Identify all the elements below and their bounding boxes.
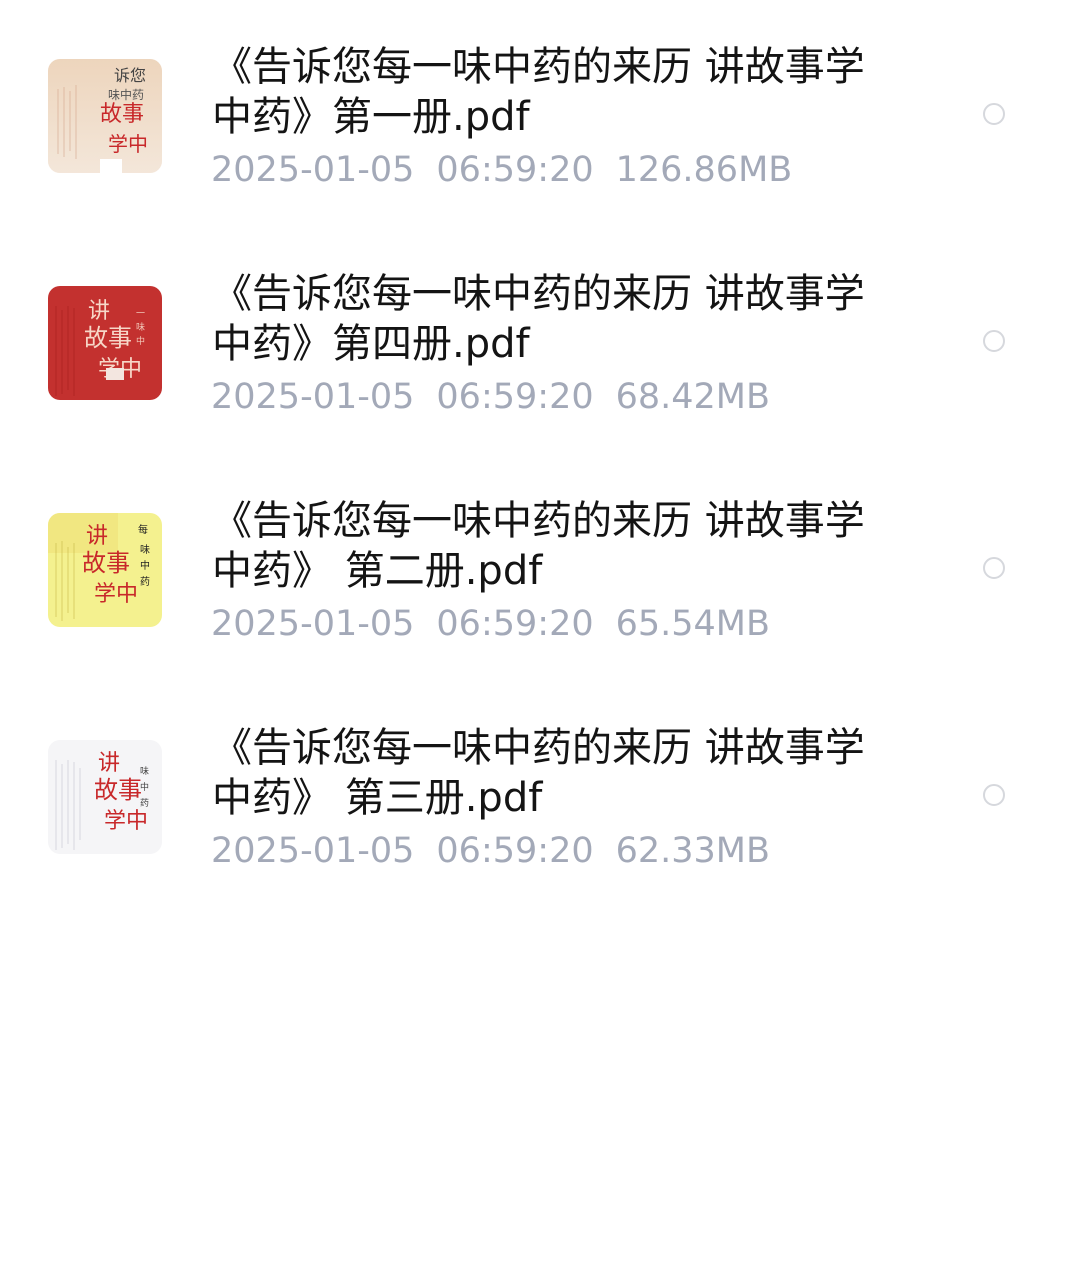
svg-text:故事: 故事 xyxy=(82,549,130,577)
book-cover-thumbnail: 讲 故事 学中 每 味 中 药 xyxy=(48,513,162,627)
book-cover-2-icon: 讲 故事 学中 一 味 中 xyxy=(48,286,162,400)
select-radio[interactable] xyxy=(983,557,1005,579)
file-time: 06:59:20 xyxy=(436,831,594,871)
file-meta: 2025-01-05 06:59:20 126.86MB xyxy=(211,148,814,192)
svg-text:中: 中 xyxy=(140,559,150,572)
file-row[interactable]: 诉您 味中药 故事 学中 《告诉您每一味中药的来历 讲故事学 中药》第一册.pd… xyxy=(0,0,1080,200)
file-size: 65.54MB xyxy=(615,604,771,644)
book-cover-thumbnail: 讲 故事 学中 一 味 中 xyxy=(48,286,162,400)
file-title: 《告诉您每一味中药的来历 讲故事学 中药》 第二册.pdf xyxy=(212,496,932,596)
svg-text:药: 药 xyxy=(140,576,150,588)
file-title-line: 中药》第一册.pdf xyxy=(212,94,530,140)
svg-text:味: 味 xyxy=(140,544,150,556)
file-title: 《告诉您每一味中药的来历 讲故事学 中药》第一册.pdf xyxy=(212,42,932,142)
file-title-line: 《告诉您每一味中药的来历 讲故事学 xyxy=(212,725,865,771)
book-cover-thumbnail: 讲 故事 学中 味 中 药 xyxy=(48,740,162,854)
book-cover-4-icon: 讲 故事 学中 味 中 药 xyxy=(48,740,162,854)
book-cover-thumbnail: 诉您 味中药 故事 学中 xyxy=(48,59,162,173)
svg-text:味中药: 味中药 xyxy=(108,87,144,102)
file-title: 《告诉您每一味中药的来历 讲故事学 中药》第四册.pdf xyxy=(212,269,932,369)
svg-text:中: 中 xyxy=(140,781,149,793)
file-title: 《告诉您每一味中药的来历 讲故事学 中药》 第三册.pdf xyxy=(212,723,932,823)
file-size: 126.86MB xyxy=(615,150,793,190)
file-title-line: 中药》 第二册.pdf xyxy=(212,548,543,594)
file-row[interactable]: 讲 故事 学中 一 味 中 《告诉您每一味中药的来历 讲故事学 中药》第四册.p… xyxy=(0,227,1080,427)
file-title-line: 《告诉您每一味中药的来历 讲故事学 xyxy=(212,271,865,317)
file-meta: 2025-01-05 06:59:20 68.42MB xyxy=(211,375,792,419)
svg-text:学中: 学中 xyxy=(94,582,138,607)
file-time: 06:59:20 xyxy=(436,377,594,417)
file-time: 06:59:20 xyxy=(436,604,594,644)
svg-text:药: 药 xyxy=(140,798,149,809)
file-time: 06:59:20 xyxy=(436,150,594,190)
svg-text:故事: 故事 xyxy=(100,102,144,127)
book-cover-3-icon: 讲 故事 学中 每 味 中 药 xyxy=(48,513,162,627)
svg-text:故事: 故事 xyxy=(94,776,142,804)
book-cover-1-icon: 诉您 味中药 故事 学中 xyxy=(48,59,162,173)
svg-text:讲: 讲 xyxy=(86,524,108,549)
file-title-line: 中药》 第三册.pdf xyxy=(212,775,543,821)
svg-text:讲: 讲 xyxy=(88,299,110,324)
svg-text:故事: 故事 xyxy=(84,324,132,352)
file-size: 62.33MB xyxy=(615,831,771,871)
svg-text:诉您: 诉您 xyxy=(114,66,146,85)
svg-text:学中: 学中 xyxy=(104,809,148,834)
file-title-line: 《告诉您每一味中药的来历 讲故事学 xyxy=(212,498,865,544)
file-title-line: 中药》第四册.pdf xyxy=(212,321,530,367)
select-radio[interactable] xyxy=(983,330,1005,352)
file-row[interactable]: 讲 故事 学中 味 中 药 《告诉您每一味中药的来历 讲故事学 中药》 第三册.… xyxy=(0,681,1080,881)
svg-text:中: 中 xyxy=(136,335,145,347)
svg-text:味: 味 xyxy=(140,765,149,777)
file-date: 2025-01-05 xyxy=(211,831,415,871)
svg-text:一: 一 xyxy=(136,309,145,319)
svg-text:味: 味 xyxy=(136,321,145,333)
svg-text:学中: 学中 xyxy=(108,132,148,156)
file-row[interactable]: 讲 故事 学中 每 味 中 药 《告诉您每一味中药的来历 讲故事学 中药》 第二… xyxy=(0,454,1080,654)
file-title-line: 《告诉您每一味中药的来历 讲故事学 xyxy=(212,44,865,90)
file-meta: 2025-01-05 06:59:20 65.54MB xyxy=(211,602,792,646)
file-date: 2025-01-05 xyxy=(211,604,415,644)
file-date: 2025-01-05 xyxy=(211,377,415,417)
svg-text:每: 每 xyxy=(138,523,148,536)
file-meta: 2025-01-05 06:59:20 62.33MB xyxy=(211,829,792,873)
file-size: 68.42MB xyxy=(615,377,771,417)
svg-text:讲: 讲 xyxy=(98,751,120,776)
select-radio[interactable] xyxy=(983,784,1005,806)
select-radio[interactable] xyxy=(983,103,1005,125)
file-date: 2025-01-05 xyxy=(211,150,415,190)
